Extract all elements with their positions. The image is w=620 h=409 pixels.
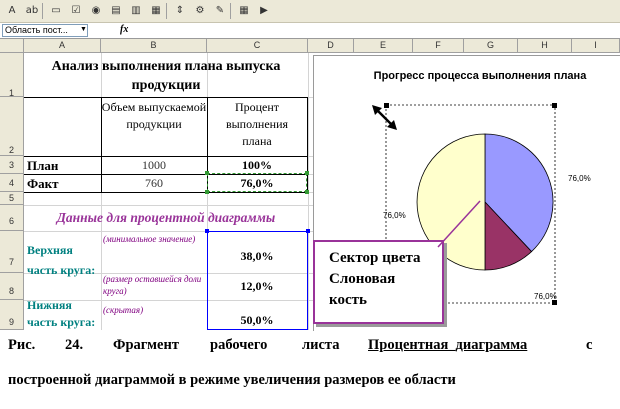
plan-percent[interactable]: 100%: [207, 157, 307, 174]
label-icon[interactable]: ab: [24, 3, 40, 19]
toggle-grid-icon[interactable]: ▦: [236, 3, 252, 19]
column-header-g[interactable]: G: [464, 39, 518, 53]
column-header-d[interactable]: D: [308, 39, 354, 53]
group-box-icon[interactable]: ▭: [48, 3, 64, 19]
selection-handle[interactable]: [305, 190, 309, 194]
chevron-down-icon[interactable]: ▼: [80, 26, 87, 33]
selection-handle[interactable]: [205, 229, 209, 233]
plan-label[interactable]: План: [27, 157, 97, 174]
row-header-6[interactable]: 6: [0, 205, 24, 231]
table-border: [24, 97, 308, 98]
row-header-1[interactable]: 1: [0, 53, 24, 98]
lower-part-label[interactable]: Нижняя часть круга:: [27, 297, 101, 333]
caption-word: с: [586, 337, 593, 353]
name-box[interactable]: Область пост...: [2, 24, 88, 37]
column-header-e[interactable]: E: [354, 39, 413, 53]
resize-arrow-icon: [372, 105, 397, 130]
cell-selection-c4: [207, 173, 307, 192]
callout-line-3: кость: [329, 292, 367, 308]
column-header-i[interactable]: I: [572, 39, 620, 53]
header-volume[interactable]: Объем выпускаемой продукции: [101, 99, 207, 155]
data-label-1: 76,0%: [534, 292, 557, 301]
data-label-0: 76,0%: [568, 174, 591, 183]
callout-pointer: [437, 200, 481, 248]
toolbar-separator: [166, 3, 167, 19]
caption-word: Фрагмент: [113, 337, 179, 353]
select-all-corner[interactable]: [0, 39, 24, 53]
row-header-3[interactable]: 3: [0, 156, 24, 174]
plot-area-handle[interactable]: [552, 103, 557, 108]
table-border: [307, 97, 308, 192]
properties-icon[interactable]: ⚙: [192, 3, 208, 19]
caption-word: 24.: [65, 337, 84, 353]
formula-bar: Область пост... ▼ fx: [0, 23, 620, 39]
callout-line-2: Слоновая: [329, 271, 396, 287]
column-header-h[interactable]: H: [518, 39, 572, 53]
lower-note[interactable]: (скрытая): [103, 304, 207, 318]
caption-word: рабочего: [210, 337, 268, 353]
text-format-icon[interactable]: A: [4, 3, 20, 19]
row-header-8[interactable]: 8: [0, 273, 24, 300]
caption-word: листа: [302, 337, 340, 353]
header-percent[interactable]: Процент выполнения плана: [207, 99, 307, 155]
selection-handle[interactable]: [205, 171, 209, 175]
fact-volume[interactable]: 760: [101, 175, 207, 192]
spinner-icon[interactable]: ⇕: [172, 3, 188, 19]
toolbar-separator: [42, 3, 43, 19]
data-label-2: 76,0%: [383, 211, 406, 220]
forms-toolbar: Aab ▭ ☑ ◉ ▤ ▥ ▦ ⇕ ⚙ ✎ ▦ ▶: [0, 0, 620, 23]
row-header-4[interactable]: 4: [0, 174, 24, 192]
figure-caption-line-1: Рис. 24. Фрагмент рабочего листа Процент…: [0, 337, 620, 359]
selection-handle[interactable]: [205, 190, 209, 194]
section-title[interactable]: Данные для процентной диаграммы: [24, 207, 308, 229]
table-border: [24, 192, 308, 193]
range-selection-c7-c9: [207, 231, 308, 330]
run-dialog-icon[interactable]: ▶: [256, 3, 272, 19]
caption-sheet-name: Процентная_диаграмма: [368, 337, 528, 353]
upper-part-label[interactable]: Верхняя часть круга:: [27, 240, 101, 280]
fact-label[interactable]: Факт: [27, 175, 97, 192]
name-box-value: Область пост...: [5, 25, 68, 35]
plan-volume[interactable]: 1000: [101, 157, 207, 174]
edit-code-icon[interactable]: ✎: [212, 3, 228, 19]
combo-box-icon[interactable]: ▥: [128, 3, 144, 19]
plot-area-handle[interactable]: [384, 103, 389, 108]
toolbar-separator: [230, 3, 231, 19]
checkbox-icon[interactable]: ☑: [68, 3, 84, 19]
sheet-title[interactable]: Анализ выполнения плана выпуска продукци…: [24, 55, 308, 97]
row-header-9[interactable]: 9: [0, 300, 24, 330]
fx-icon[interactable]: fx: [120, 24, 128, 35]
plot-area-handle[interactable]: [552, 300, 557, 305]
row-header-5[interactable]: 5: [0, 192, 24, 205]
list-box-icon[interactable]: ▤: [108, 3, 124, 19]
row-header-7[interactable]: 7: [0, 231, 24, 273]
row-header-2[interactable]: 2: [0, 97, 24, 156]
callout-line-1: Сектор цвета: [329, 250, 421, 266]
column-header-b[interactable]: B: [101, 39, 207, 53]
scroll-bar-icon[interactable]: ▦: [148, 3, 164, 19]
callout-box[interactable]: Сектор цвета Слоновая кость: [313, 240, 444, 324]
chart-title: Прогресс процесса выполнения плана: [374, 70, 588, 82]
column-header-f[interactable]: F: [413, 39, 464, 53]
option-button-icon[interactable]: ◉: [88, 3, 104, 19]
column-header-c[interactable]: C: [207, 39, 308, 53]
selection-handle[interactable]: [306, 229, 310, 233]
selection-handle[interactable]: [305, 171, 309, 175]
upper-note-rest[interactable]: (размер оставшейся доли круга): [103, 273, 207, 300]
caption-word: Рис.: [8, 337, 36, 353]
figure-caption-line-2: построенной диаграммой в режиме увеличен…: [8, 372, 456, 388]
upper-note-min[interactable]: (минимальное значение): [103, 233, 207, 271]
column-header-a[interactable]: A: [24, 39, 101, 53]
